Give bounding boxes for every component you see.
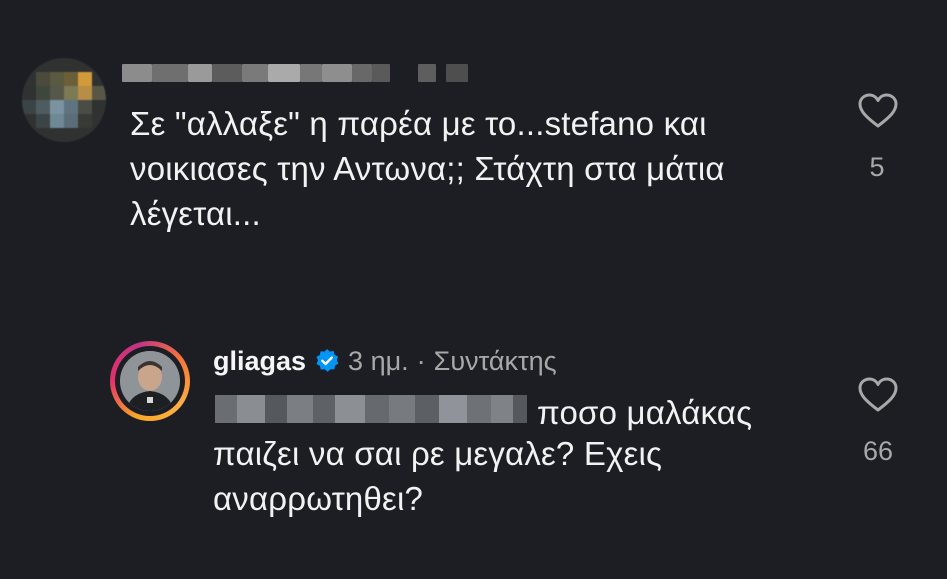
- comment-text: Σε "αλλαξε" η παρέα με το...stefano και …: [130, 105, 725, 232]
- like-count[interactable]: 66: [848, 436, 908, 467]
- comments-panel: Σε "αλλαξε" η παρέα με το...stefano και …: [0, 0, 947, 579]
- heart-outline-icon[interactable]: [858, 377, 898, 413]
- verified-badge-icon: [316, 349, 339, 372]
- mention-blurred[interactable]: [215, 393, 527, 425]
- avatar-blurred[interactable]: [22, 58, 106, 142]
- comment-meta: gliagas 3 ημ. · Συντάκτης: [213, 343, 557, 379]
- username[interactable]: gliagas: [213, 346, 306, 377]
- username-blurred[interactable]: [122, 60, 472, 86]
- timestamp: 3 ημ.: [348, 345, 409, 376]
- like-count[interactable]: 5: [847, 152, 907, 183]
- heart-outline-icon[interactable]: [858, 93, 898, 129]
- separator: ·: [416, 345, 426, 376]
- avatar-story-ring[interactable]: [110, 341, 190, 421]
- comment-text: παιζει να σαι ρε μεγαλε? Εχεις αναρρωτηθ…: [213, 435, 663, 517]
- role-label: Συντάκτης: [433, 345, 557, 376]
- avatar: [120, 351, 180, 411]
- comment-text-line1: ποσο μαλάκας: [537, 394, 753, 431]
